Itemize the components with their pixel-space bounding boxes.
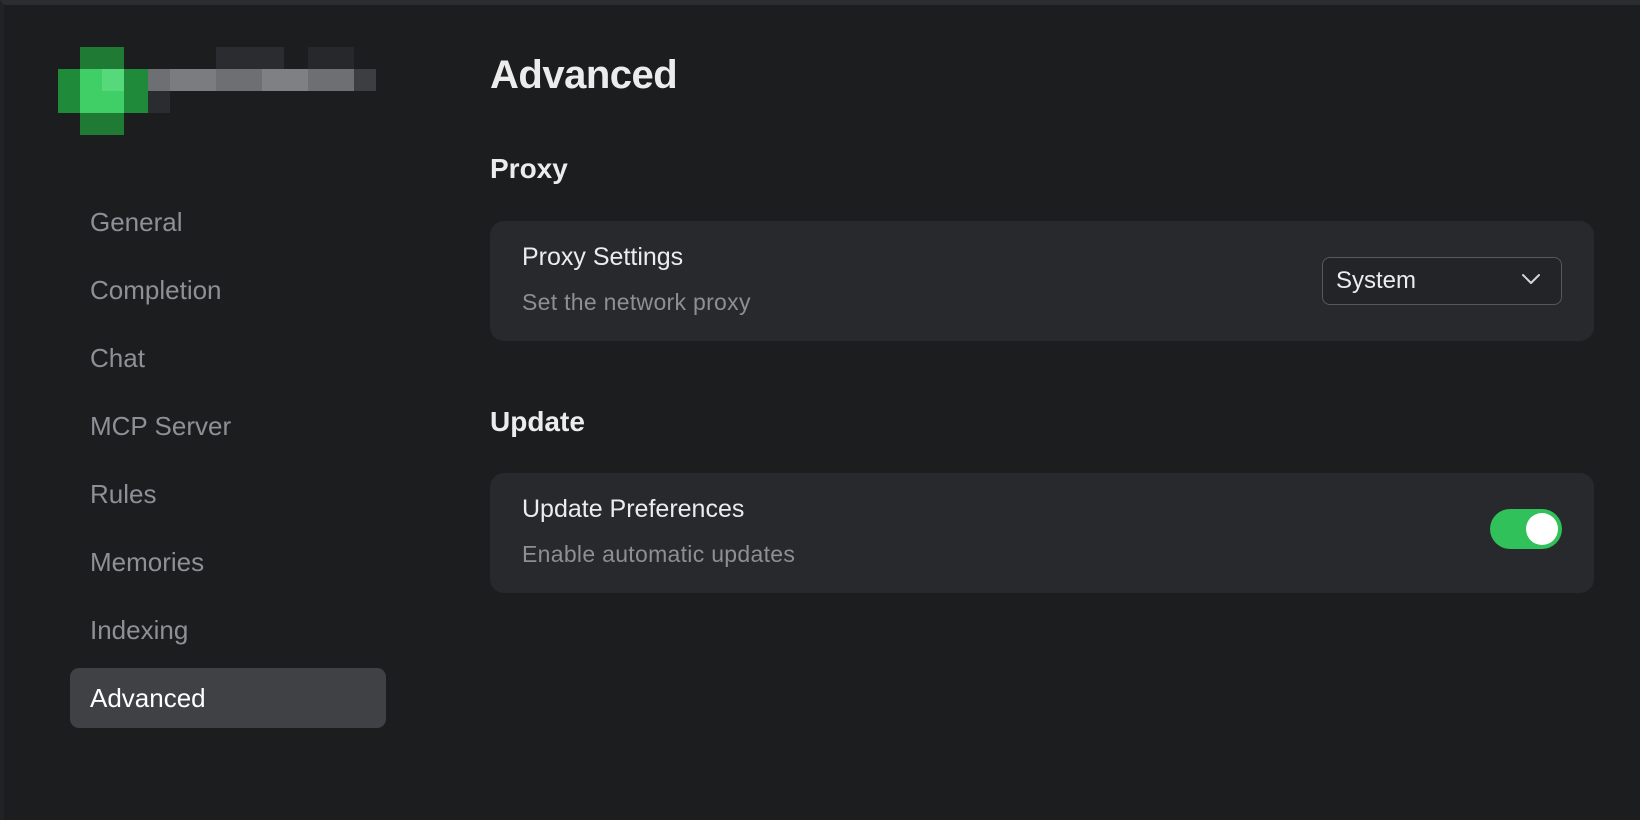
- sidebar-item-indexing[interactable]: Indexing: [70, 600, 386, 660]
- settings-window: General Completion Chat MCP Server Rules…: [0, 0, 1640, 820]
- setting-title: Update Preferences: [522, 495, 745, 523]
- proxy-select[interactable]: System: [1322, 257, 1562, 305]
- sidebar: General Completion Chat MCP Server Rules…: [4, 5, 424, 820]
- sidebar-item-chat[interactable]: Chat: [70, 328, 386, 388]
- setting-description: Set the network proxy: [522, 289, 751, 315]
- setting-description: Enable automatic updates: [522, 541, 796, 567]
- auto-update-toggle[interactable]: [1490, 509, 1562, 549]
- update-preferences-card: Update Preferences Enable automatic upda…: [490, 473, 1594, 593]
- proxy-select-value: System: [1336, 267, 1417, 294]
- page-title: Advanced: [490, 53, 678, 97]
- sidebar-item-advanced[interactable]: Advanced: [70, 668, 386, 728]
- main-content: Advanced Proxy Proxy Settings Set the ne…: [490, 5, 1640, 820]
- toggle-knob: [1526, 513, 1558, 545]
- sidebar-item-rules[interactable]: Rules: [70, 464, 386, 524]
- proxy-settings-card: Proxy Settings Set the network proxy Sys…: [490, 221, 1594, 341]
- sidebar-item-memories[interactable]: Memories: [70, 532, 386, 592]
- settings-nav: General Completion Chat MCP Server Rules…: [70, 192, 386, 736]
- setting-title: Proxy Settings: [522, 243, 684, 271]
- sidebar-item-mcp-server[interactable]: MCP Server: [70, 396, 386, 456]
- sidebar-item-completion[interactable]: Completion: [70, 260, 386, 320]
- sidebar-item-general[interactable]: General: [70, 192, 386, 252]
- section-title-proxy: Proxy: [490, 153, 568, 184]
- chevron-down-icon: [1522, 274, 1540, 284]
- app-logo: [58, 43, 398, 139]
- section-title-update: Update: [490, 406, 585, 437]
